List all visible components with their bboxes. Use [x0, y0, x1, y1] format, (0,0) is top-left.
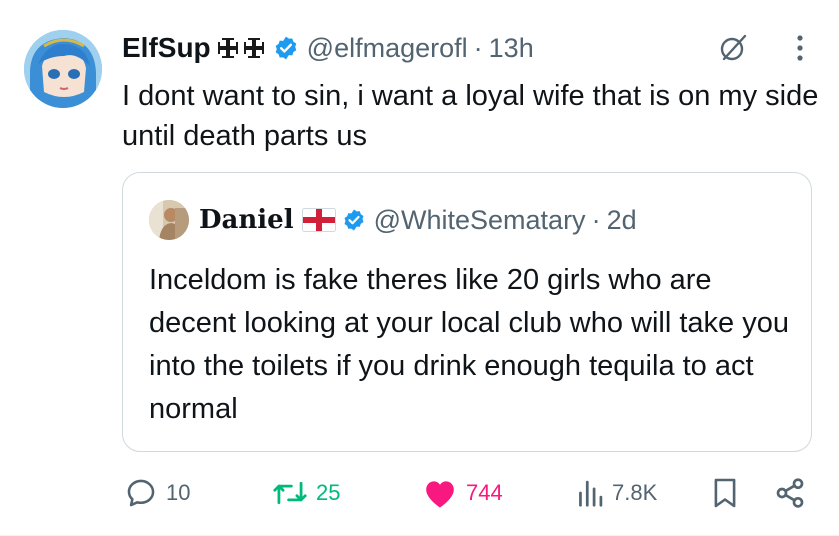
- author-handle[interactable]: @elfmagerofl: [307, 33, 468, 64]
- verified-badge-icon[interactable]: [273, 35, 299, 61]
- quoted-verified-badge-icon: [342, 208, 366, 232]
- more-icon[interactable]: [795, 34, 805, 67]
- like-button[interactable]: 744: [422, 470, 503, 516]
- quoted-author-avatar: [149, 200, 189, 240]
- quoted-tweet-header: Daniel @WhiteSematary · 2d: [149, 199, 637, 241]
- separator-dot: ·: [473, 32, 483, 63]
- quoted-author-handle: @WhiteSematary: [373, 204, 586, 235]
- author-display-name[interactable]: ElfSup: [122, 32, 211, 64]
- tweet-text: I dont want to sin, i want a loyal wife …: [122, 80, 819, 152]
- quoted-timestamp: 2d: [606, 204, 637, 235]
- repost-count: 25: [316, 480, 341, 505]
- reply-count: 10: [166, 480, 191, 505]
- jerusalem-cross-emoji: [217, 35, 267, 61]
- bookmark-icon: [714, 478, 736, 508]
- view-count: 7.8K: [612, 480, 658, 505]
- tweet-header: ElfSup @elfmagerofl · 13h: [122, 28, 819, 68]
- like-icon: [426, 481, 454, 508]
- bookmark-button[interactable]: [712, 470, 738, 516]
- quoted-author-display-name: Daniel: [199, 205, 294, 235]
- views-button[interactable]: 7.8K: [576, 470, 657, 516]
- england-flag-emoji: [301, 208, 336, 232]
- repost-icon: [273, 481, 307, 505]
- views-icon: [579, 480, 603, 507]
- quoted-tweet-card[interactable]: Daniel @WhiteSematary · 2d Inceldom is f…: [122, 172, 812, 452]
- tweet-action-bar: 10 25 744 7.8K: [124, 470, 824, 516]
- reply-icon: [127, 479, 155, 507]
- grok-icon[interactable]: [717, 32, 749, 69]
- tweet-timestamp[interactable]: 13h: [489, 33, 534, 64]
- reply-button[interactable]: 10: [124, 470, 190, 516]
- share-icon: [776, 478, 804, 508]
- repost-button[interactable]: 25: [272, 470, 340, 516]
- share-button[interactable]: [774, 470, 806, 516]
- quoted-separator-dot: ·: [591, 204, 601, 235]
- like-count: 744: [466, 480, 503, 505]
- author-avatar[interactable]: [24, 30, 102, 108]
- quoted-tweet-text: Inceldom is fake theres like 20 girls wh…: [149, 264, 789, 425]
